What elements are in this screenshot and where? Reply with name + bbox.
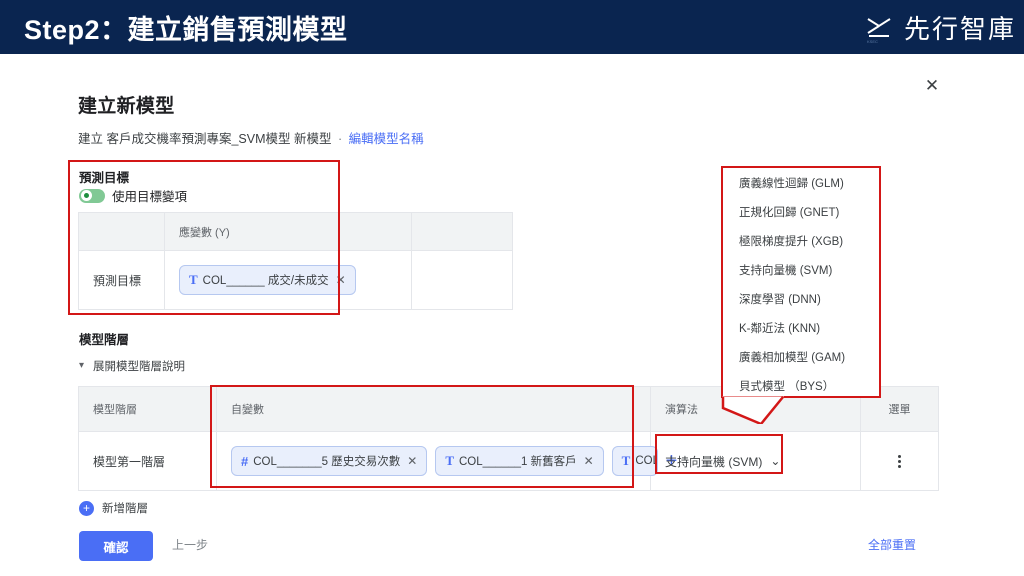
dialog-subtitle-separator: · bbox=[337, 132, 343, 146]
model-tier-description-expander[interactable]: ▾ 展開模型階層說明 bbox=[79, 358, 185, 374]
variable-chip-2[interactable]: T COL______1 新舊客戶 ✕ bbox=[435, 446, 604, 476]
chevron-down-icon: ▾ bbox=[79, 360, 85, 371]
algorithm-select-value: 支持向量機 (SVM) bbox=[665, 454, 763, 469]
expander-label: 展開模型階層說明 bbox=[93, 361, 186, 373]
algorithm-option-glm[interactable]: 廣義線性迴歸 (GLM) bbox=[723, 168, 879, 197]
close-icon[interactable]: ✕ bbox=[921, 74, 943, 96]
text-type-icon: T bbox=[621, 453, 631, 468]
dialog-subtitle-text: 建立 客戶成交機率預測專案_SVM模型 新模型 bbox=[78, 132, 332, 146]
th-independent-variables: 自變數 bbox=[217, 387, 651, 431]
variable-chip-1[interactable]: # COL_______5 歷史交易次數 ✕ bbox=[231, 446, 428, 476]
screen-root: Step2：建立銷售預測模型 KSEC 先行智庫 ✕ 建立新模型 建立 客戶成交… bbox=[0, 0, 1024, 576]
algorithm-select[interactable]: 支持向量機 (SVM) ⌄ bbox=[665, 453, 780, 470]
prediction-target-table: 應變數 (Y) 預測目標 T COL______ 成交/未成交 ✕ bbox=[78, 212, 513, 310]
chip-label: COL_______5 歷史交易次數 bbox=[253, 456, 401, 468]
chip-remove-icon[interactable]: ✕ bbox=[584, 454, 594, 468]
svg-text:KSEC: KSEC bbox=[867, 39, 878, 44]
brand-logo: KSEC 先行智庫 bbox=[862, 9, 1016, 46]
th-blank-2 bbox=[412, 213, 512, 250]
td-menu bbox=[861, 432, 938, 490]
td-target-chip-cell: T COL______ 成交/未成交 ✕ bbox=[165, 251, 412, 309]
use-target-variable-toggle[interactable] bbox=[79, 188, 105, 203]
algorithm-option-dnn[interactable]: 深度學習 (DNN) bbox=[723, 284, 879, 313]
model-tier-heading: 模型階層 bbox=[79, 333, 130, 347]
algorithm-option-gam[interactable]: 廣義相加模型 (GAM) bbox=[723, 342, 879, 371]
app-header: Step2：建立銷售預測模型 KSEC 先行智庫 bbox=[0, 0, 1024, 54]
table-header-row: 應變數 (Y) bbox=[79, 213, 512, 251]
th-model-tier: 模型階層 bbox=[79, 387, 217, 431]
back-button[interactable]: 上一步 bbox=[172, 536, 208, 553]
add-tier-button[interactable]: + 新增階層 bbox=[79, 500, 148, 516]
page-title: Step2：建立銷售預測模型 bbox=[24, 14, 348, 45]
chip-label: COL______ 成交/未成交 bbox=[202, 275, 329, 287]
use-target-variable-label: 使用目標變項 bbox=[112, 190, 188, 204]
prediction-target-heading: 預測目標 bbox=[79, 171, 130, 185]
td-algorithm: 支持向量機 (SVM) ⌄ bbox=[651, 432, 861, 490]
td-blank bbox=[412, 251, 512, 309]
th-blank bbox=[79, 213, 165, 250]
plus-circle-icon: + bbox=[79, 500, 94, 516]
dropdown-callout-tail bbox=[721, 396, 841, 426]
logo-mark-icon: KSEC bbox=[862, 11, 896, 45]
confirm-button[interactable]: 確認 bbox=[79, 531, 153, 561]
chip-remove-icon[interactable]: ✕ bbox=[336, 273, 346, 287]
algorithm-option-gnet[interactable]: 正規化回歸 (GNET) bbox=[723, 197, 879, 226]
chip-label: COL______1 新舊客戶 bbox=[458, 456, 577, 468]
brand-name: 先行智庫 bbox=[903, 14, 1016, 44]
algorithm-option-knn[interactable]: K-鄰近法 (KNN) bbox=[723, 313, 879, 342]
algorithm-dropdown-list[interactable]: 廣義線性迴歸 (GLM) 正規化回歸 (GNET) 極限梯度提升 (XGB) 支… bbox=[721, 166, 881, 398]
table-row: 預測目標 T COL______ 成交/未成交 ✕ bbox=[79, 251, 512, 309]
algorithm-option-svm[interactable]: 支持向量機 (SVM) bbox=[723, 255, 879, 284]
td-variable-chips: # COL_______5 歷史交易次數 ✕ T COL______1 新舊客戶… bbox=[217, 432, 677, 490]
td-row-label: 預測目標 bbox=[79, 251, 165, 309]
dialog-title: 建立新模型 bbox=[78, 96, 175, 117]
td-tier-label: 模型第一階層 bbox=[79, 432, 217, 490]
table-row: 模型第一階層 # COL_______5 歷史交易次數 ✕ T COL_____… bbox=[79, 432, 938, 490]
reset-all-link[interactable]: 全部重置 bbox=[868, 536, 916, 553]
chip-remove-icon[interactable]: ✕ bbox=[407, 454, 417, 468]
edit-model-name-link[interactable]: 編輯模型名稱 bbox=[349, 132, 424, 146]
add-tier-label: 新增階層 bbox=[102, 503, 148, 515]
variable-chip-group: # COL_______5 歷史交易次數 ✕ T COL______1 新舊客戶… bbox=[231, 446, 677, 476]
algorithm-option-xgb[interactable]: 極限梯度提升 (XGB) bbox=[723, 226, 879, 255]
chevron-down-icon: ⌄ bbox=[770, 454, 781, 468]
kebab-menu-icon[interactable] bbox=[898, 454, 901, 468]
text-type-icon: T bbox=[189, 272, 198, 287]
target-variable-chip[interactable]: T COL______ 成交/未成交 ✕ bbox=[179, 265, 356, 295]
text-type-icon: T bbox=[445, 453, 454, 468]
dialog-subtitle: 建立 客戶成交機率預測專案_SVM模型 新模型 · 編輯模型名稱 bbox=[78, 128, 424, 147]
use-target-variable-toggle-row[interactable]: 使用目標變項 bbox=[79, 186, 187, 205]
number-type-icon: # bbox=[241, 453, 249, 469]
th-dependent-variable: 應變數 (Y) bbox=[165, 213, 412, 250]
